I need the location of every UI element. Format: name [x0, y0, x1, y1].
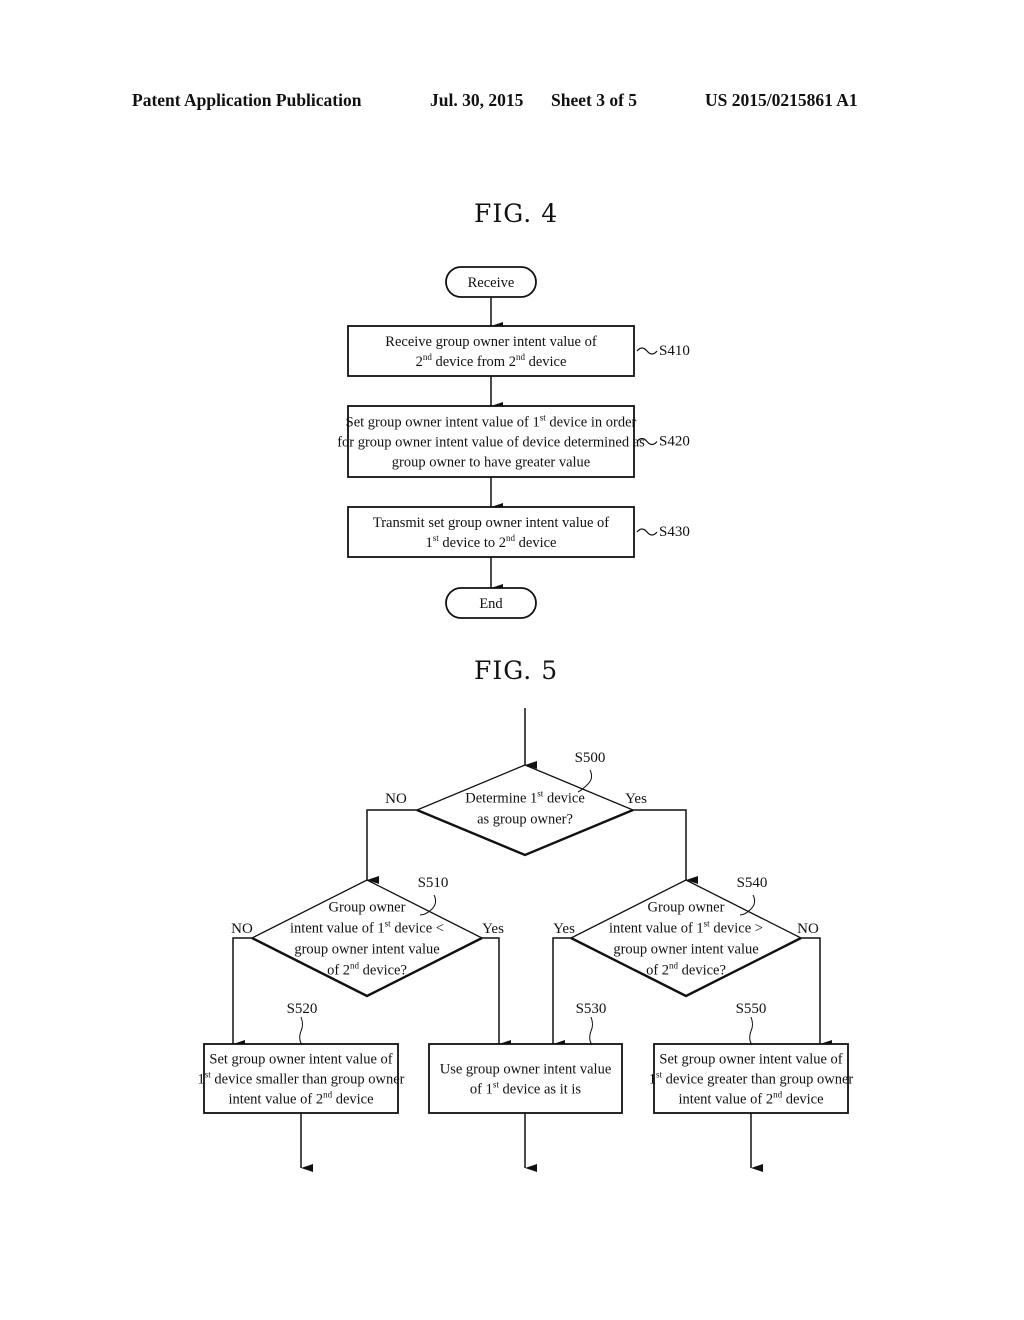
decision-text-s500-line: as group owner? [477, 812, 573, 828]
flowchart-canvas: Receive End Receive group owner intent val… [198, 266, 854, 1172]
process-text-s520-line: intent value of 2nd device [228, 1090, 373, 1108]
decision-text-s540-line: Group owner [648, 900, 725, 916]
decision-text-s510-line: group owner intent value [294, 942, 439, 958]
branch-label-no: NO [385, 791, 407, 807]
process-text-s550-line: intent value of 2nd device [678, 1090, 823, 1108]
decision-s500 [415, 764, 635, 856]
step-id-s510: S510 [418, 875, 449, 891]
process-text-s530-line: of 1st device as it is [470, 1080, 581, 1098]
step-leader-icon [749, 1016, 753, 1046]
process-text-s550-line: Set group owner intent value of [659, 1052, 842, 1068]
connector-s540-no [801, 937, 832, 1048]
connector-s500-yes [633, 809, 698, 884]
step-leader-icon [636, 528, 658, 536]
decision-text-s540-line: of 2nd device? [646, 961, 726, 979]
step-id-s500: S500 [575, 750, 606, 766]
decision-s540 [569, 879, 803, 997]
connector-s540-yes [552, 937, 571, 1048]
decision-text-s510-line: of 2nd device? [327, 961, 407, 979]
process-text-s420-line: for group owner intent value of device d… [337, 435, 645, 451]
terminator-end-label: End [479, 596, 503, 612]
process-box-s530 [428, 1043, 623, 1114]
decision-text-s510-line: Group owner [329, 900, 406, 916]
step-leader-icon [299, 1016, 303, 1046]
connector-s510-yes [482, 937, 511, 1048]
process-text-s410-line: Receive group owner intent value of [385, 334, 597, 350]
branch-label-yes: Yes [553, 921, 575, 937]
process-text-s520-line: 1st device smaller than group owner [198, 1070, 405, 1088]
decision-text-s540-line: intent value of 1st device > [609, 919, 763, 937]
step-id-s550: S550 [736, 1001, 767, 1017]
process-text-s430-line: 1st device to 2nd device [426, 533, 557, 551]
step-leader-icon [589, 1016, 593, 1046]
branch-label-no: NO [797, 921, 819, 937]
connector-s500-no [366, 809, 417, 884]
step-id-s520: S520 [287, 1001, 318, 1017]
decision-text-s500-line: Determine 1st device [465, 789, 585, 807]
process-text-s530-line: Use group owner intent value [440, 1062, 612, 1078]
step-id-s530: S530 [576, 1001, 607, 1017]
step-leader-icon [636, 347, 658, 355]
step-id-s410: S410 [659, 343, 690, 359]
decision-text-s510-line: intent value of 1st device < [290, 919, 444, 937]
step-id-s540: S540 [737, 875, 768, 891]
branch-label-yes: Yes [482, 921, 504, 937]
decision-s510 [250, 879, 484, 997]
process-text-s550-line: 1st device greater than group owner [649, 1070, 854, 1088]
process-text-s520-line: Set group owner intent value of [209, 1052, 392, 1068]
process-text-s420-line: group owner to have greater value [392, 455, 590, 471]
process-text-s420-line: Set group owner intent value of 1st devi… [346, 413, 637, 431]
step-id-s420: S420 [659, 434, 690, 450]
branch-label-no: NO [231, 921, 253, 937]
connector-s510-no [232, 937, 252, 1048]
decision-text-s540-line: group owner intent value [613, 942, 758, 958]
step-id-s430: S430 [659, 524, 690, 540]
branch-label-yes: Yes [625, 791, 647, 807]
process-text-s430-line: Transmit set group owner intent value of [373, 515, 609, 531]
terminator-receive-label: Receive [468, 275, 515, 291]
process-text-s410-line: 2nd device from 2nd device [416, 352, 567, 370]
